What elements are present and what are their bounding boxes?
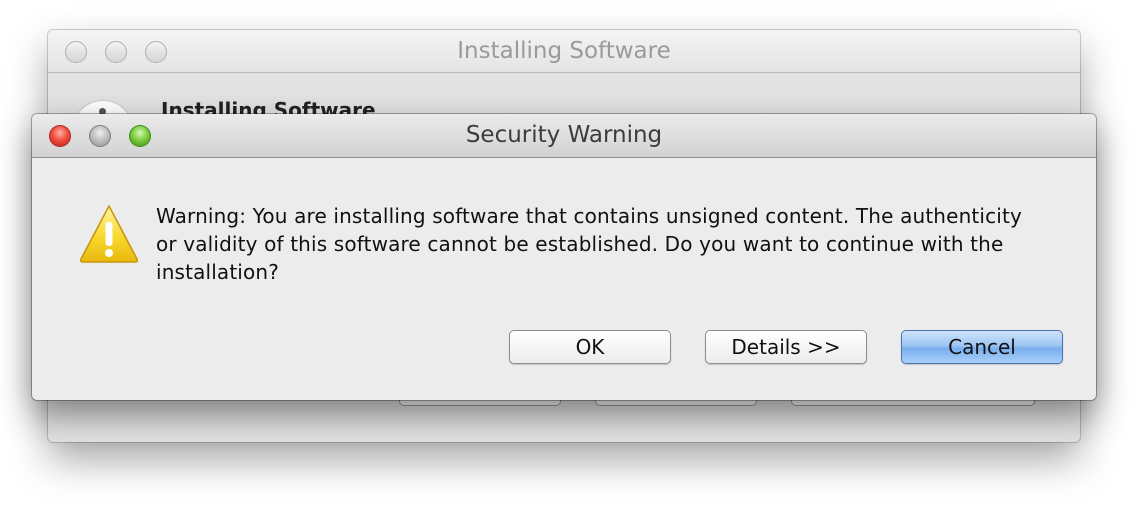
security-warning-dialog: Security Warning Warning: You are instal…	[32, 114, 1096, 400]
cancel-button[interactable]: Cancel	[901, 330, 1063, 364]
details-button[interactable]: Details >>	[705, 330, 867, 364]
dialog-titlebar: Security Warning	[32, 114, 1096, 158]
background-window-title: Installing Software	[457, 38, 671, 64]
ok-button[interactable]: OK	[509, 330, 671, 364]
warning-message: Warning: You are installing software tha…	[156, 204, 1022, 284]
warning-triangle-icon	[79, 205, 139, 263]
dialog-title: Security Warning	[465, 122, 663, 148]
background-titlebar: Installing Software	[48, 30, 1080, 73]
